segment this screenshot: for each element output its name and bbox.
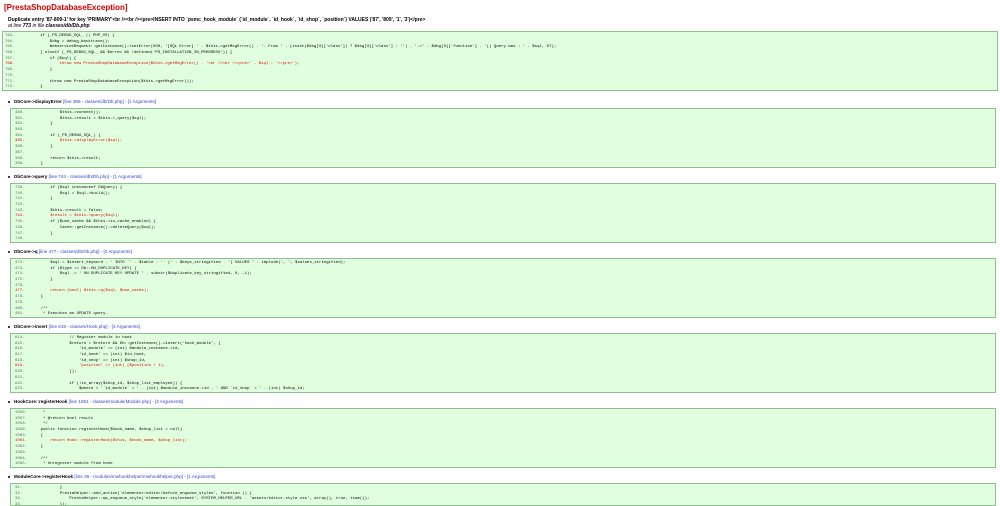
line-code: }	[31, 231, 53, 236]
line-code: }	[31, 162, 44, 167]
line-code: if (!in_array($shop_id, $shop_list_emplo…	[31, 381, 183, 386]
exception-location: at line 773 in file classes/db/Db.php	[8, 23, 90, 29]
frame-arguments-link[interactable]: [line 385 - classes/db/Db.php] - [1 Argu…	[63, 99, 156, 104]
line-code: }	[31, 445, 44, 450]
line-code: if ($sql instanceof DbQuery) {	[31, 186, 123, 190]
line-code: $sql = $sql->build();	[31, 191, 111, 196]
frame-function: HookCore::registerHook	[14, 399, 68, 404]
line-code: // Register module in hook	[31, 336, 132, 340]
line-code: 'id_hook' => (int) $id_hook,	[31, 353, 147, 358]
stack-frame-header: DbCore->insert [line 619 - classes/Hook.…	[7, 324, 140, 330]
line-code: 'id_module' => (int) $module_instance->i…	[31, 347, 180, 352]
line-code: Cache::getInstance()->deleteQuery($sql);	[31, 225, 156, 230]
exception-title: [PrestaShopDatabaseException]	[4, 3, 128, 12]
line-code: return $this->result;	[31, 156, 101, 161]
line-code: }	[21, 85, 43, 90]
line-code: */	[31, 422, 48, 427]
frame-function: DbCore->q	[14, 249, 38, 254]
line-code: WebserviceRequest::getInstance()->setErr…	[21, 45, 557, 50]
line-code: }	[31, 278, 53, 283]
stack-frame-header: ModuleCore->registerHook [line 36 - modu…	[7, 474, 215, 480]
location-prefix: at line	[8, 23, 22, 29]
line-code: }	[31, 197, 53, 202]
frame-arguments-link[interactable]: [line 1081 - classes/module/Module.php] …	[69, 399, 184, 404]
line-code: if (_PS_DEBUG_SQL_ || PHP_OS) {	[21, 34, 115, 38]
frame-function: ModuleCore->registerHook	[14, 474, 74, 479]
location-file: classes/db/Db.php	[45, 23, 90, 29]
line-code: if ($sql) {	[21, 56, 77, 61]
line-code: $sql = $insert_keyword . ' INTO `' . $ta…	[31, 261, 346, 265]
frame-function: DbCore->displayError	[14, 99, 62, 104]
line-code: if ($use_cache && $this->is_cache_enable…	[31, 220, 156, 225]
line-code: $dbg = debug_backtrace();	[21, 39, 110, 44]
frame-arguments-link[interactable]: [line 477 - classes/db/Db.php] - [2 Argu…	[39, 249, 132, 254]
line-code: }	[21, 68, 53, 73]
line-code: $this->result = false;	[31, 208, 104, 213]
frame-code-excerpt: 1056. * 1057. * @return bool result 1058. …	[10, 408, 996, 468]
line-code: $return = $return && Db::getInstance()->…	[31, 341, 221, 346]
line-code: PrestaHelper::add_action('elementor/edit…	[31, 491, 252, 496]
stack-frame-header: DbCore->query [line 744 - classes/db/Db.…	[8, 174, 142, 180]
line-code: * @return bool result	[31, 416, 94, 421]
frame-arguments-link[interactable]: [line 36 - modules/mwhookhelper/mwhookhe…	[74, 474, 215, 479]
line-code: }	[31, 122, 53, 127]
line-code: * Unregister module from hook	[31, 462, 113, 467]
line-code: $result = $this->query($sql);	[31, 214, 120, 219]
location-mid: in file	[32, 23, 45, 29]
line-code: if ($type == Db::ON_DUPLICATE_KEY) {	[31, 266, 137, 271]
frame-code-excerpt: 614. // Register module in hook 615. $ret…	[10, 333, 996, 393]
line-code: {	[31, 433, 44, 438]
exception-message: Duplicate entry '87-809-1' for key 'PRIM…	[8, 17, 426, 23]
line-code: ]);	[31, 370, 77, 375]
line-code: *	[31, 411, 46, 415]
frame-code-excerpt: 739. if ($sql instanceof DbQuery) {740. …	[10, 183, 996, 243]
line-code: }	[31, 486, 63, 490]
line-code: PrestaHelper::wp_enqueue_style('elemento…	[31, 497, 370, 502]
line-code: $where = '`id_module` = ' . (int) $modul…	[31, 387, 305, 392]
line-code: /**	[31, 456, 48, 461]
line-code: } elseif (_PS_DEBUG_SQL_ && $errno && !d…	[21, 51, 233, 56]
line-code: return (bool) $this->q($sql, $use_cache)…	[31, 289, 149, 294]
line-code: if (_PS_DEBUG_SQL_) {	[31, 133, 101, 138]
line-code: 'id_shop' => (int) $shop_id,	[31, 358, 147, 363]
stack-frame-header: HookCore::registerHook [line 1081 - clas…	[7, 399, 184, 405]
line-code: /**	[31, 306, 48, 311]
line-code: $this->connect();	[31, 111, 101, 115]
line-code: }	[31, 295, 44, 300]
main-code-excerpt: 763. if (_PS_DEBUG_SQL_ || PHP_OS) {764.…	[2, 31, 998, 91]
line-code: public function registerHook($hook_name,…	[31, 428, 183, 433]
frame-arguments-link[interactable]: [line 619 - classes/Hook.php] - [2 Argum…	[49, 324, 140, 329]
frame-code-excerpt: 31. } 32. PrestaHelper::add_action('eleme…	[10, 483, 996, 506]
line-code: return Hook::registerHook($this, $hook_n…	[31, 439, 188, 444]
line-code: }	[31, 145, 53, 150]
frame-function: DbCore->query	[14, 174, 48, 179]
frame-code-excerpt: 472. $sql = $insert_keyword . ' INTO `' …	[10, 258, 996, 318]
frame-code-excerpt: 380. $this->connect(); 381. $this->result…	[10, 108, 996, 168]
frame-arguments-link[interactable]: [line 744 - classes/db/Db.php] - [1 Argu…	[49, 174, 142, 179]
stack-frame-header: DbCore->displayError [line 385 - classes…	[7, 99, 156, 105]
line-code: throw new PrestaShopDatabaseException($t…	[21, 62, 300, 67]
frame-function: DbCore->insert	[14, 324, 48, 329]
stack-frame-header: DbCore->q [line 477 - classes/db/Db.php]…	[8, 249, 132, 255]
line-code: * Executes an UPDATE query.	[31, 312, 108, 317]
location-line: 773	[22, 23, 32, 29]
line-code: throw new PrestaShopDatabaseException($t…	[21, 79, 194, 84]
line-code: $sql .= ' ON DUPLICATE KEY UPDATE ' . su…	[31, 272, 252, 277]
line-code: $this->displayError($sql);	[31, 139, 123, 144]
line-code: 'position' => (int) ($position + 1),	[31, 364, 166, 369]
line-code: $this->result = $this->_query($sql);	[31, 116, 147, 121]
